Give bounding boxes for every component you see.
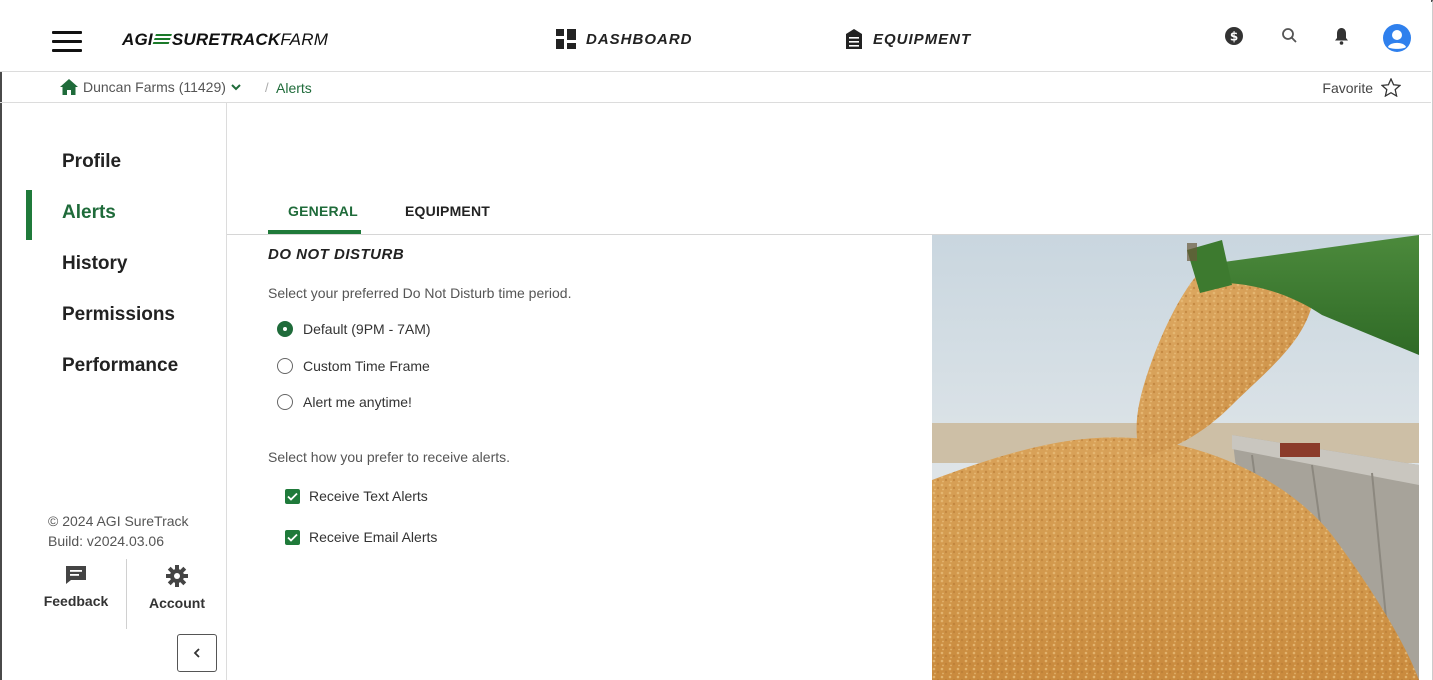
app-logo[interactable]: AGI SURETRACKFARM [122, 30, 328, 50]
radio-button[interactable] [277, 358, 293, 374]
tab-bar: GENERAL EQUIPMENT [227, 190, 1431, 235]
sidebar-item-performance[interactable]: Performance [62, 355, 178, 377]
delivery-prompt: Select how you prefer to receive alerts. [268, 449, 511, 465]
sidebar-item-alerts[interactable]: Alerts [62, 202, 116, 224]
checkmark-icon [287, 492, 298, 501]
sidebar-item-history[interactable]: History [62, 253, 127, 275]
feedback-button[interactable]: Feedback [36, 565, 116, 609]
account-button[interactable]: Account [137, 565, 217, 611]
svg-text:$: $ [1230, 30, 1238, 44]
breadcrumb: Duncan Farms (11429) / Alerts Favorite [0, 72, 1431, 103]
search-icon[interactable] [1281, 27, 1298, 49]
favorite-button[interactable]: Favorite [1322, 78, 1401, 97]
radio-button[interactable] [277, 394, 293, 410]
section-title: DO NOT DISTURB [268, 246, 405, 263]
collapse-sidebar-button[interactable] [177, 634, 217, 672]
radio-button-checked[interactable] [277, 321, 293, 337]
sidebar-item-permissions[interactable]: Permissions [62, 304, 175, 326]
sidebar-divider [126, 559, 127, 629]
gear-icon [166, 565, 188, 587]
home-icon [60, 79, 78, 95]
star-icon [1381, 78, 1401, 97]
logo-bars-icon [151, 34, 172, 46]
checkbox-checked[interactable] [285, 529, 300, 545]
nav-equipment[interactable]: EQUIPMENT [845, 29, 971, 49]
checkbox-text-alerts[interactable]: Receive Text Alerts [285, 488, 428, 504]
dollar-icon[interactable]: $ [1225, 27, 1243, 50]
breadcrumb-separator: / [265, 80, 269, 95]
tab-active-underline [268, 230, 361, 234]
copyright-info: © 2024 AGI SureTrack Build: v2024.03.06 [48, 511, 189, 551]
breadcrumb-current[interactable]: Alerts [276, 80, 312, 96]
chevron-down-icon [231, 84, 241, 91]
dnd-prompt: Select your preferred Do Not Disturb tim… [268, 285, 572, 301]
radio-default[interactable]: Default (9PM - 7AM) [277, 321, 431, 337]
dashboard-icon [556, 29, 576, 49]
chevron-left-icon [193, 648, 200, 658]
feedback-icon [66, 566, 86, 584]
user-avatar-icon[interactable] [1383, 24, 1411, 57]
checkbox-checked[interactable] [285, 488, 300, 504]
sidebar-item-profile[interactable]: Profile [62, 151, 121, 173]
grain-harvest-image [932, 235, 1419, 680]
build-version: Build: v2024.03.06 [48, 533, 164, 549]
radio-custom-time-frame[interactable]: Custom Time Frame [277, 358, 430, 374]
bell-icon[interactable] [1334, 27, 1349, 50]
sidebar: Profile Alerts History Permissions Perfo… [0, 103, 227, 680]
farm-selector[interactable]: Duncan Farms (11429) [60, 79, 241, 95]
tab-equipment[interactable]: EQUIPMENT [405, 203, 490, 219]
checkbox-email-alerts[interactable]: Receive Email Alerts [285, 529, 437, 545]
hamburger-menu-icon[interactable] [52, 31, 82, 53]
checkmark-icon [287, 533, 298, 542]
tab-general[interactable]: GENERAL [288, 203, 358, 219]
nav-dashboard[interactable]: DASHBOARD [556, 29, 693, 49]
copyright-text: © 2024 AGI SureTrack [48, 513, 189, 529]
radio-alert-anytime[interactable]: Alert me anytime! [277, 394, 412, 410]
farm-name: Duncan Farms (11429) [83, 79, 226, 95]
silo-icon [846, 29, 862, 49]
active-indicator [26, 190, 32, 240]
top-bar: AGI SURETRACKFARM DASHBOARD EQUIPMENT $ [0, 0, 1431, 72]
